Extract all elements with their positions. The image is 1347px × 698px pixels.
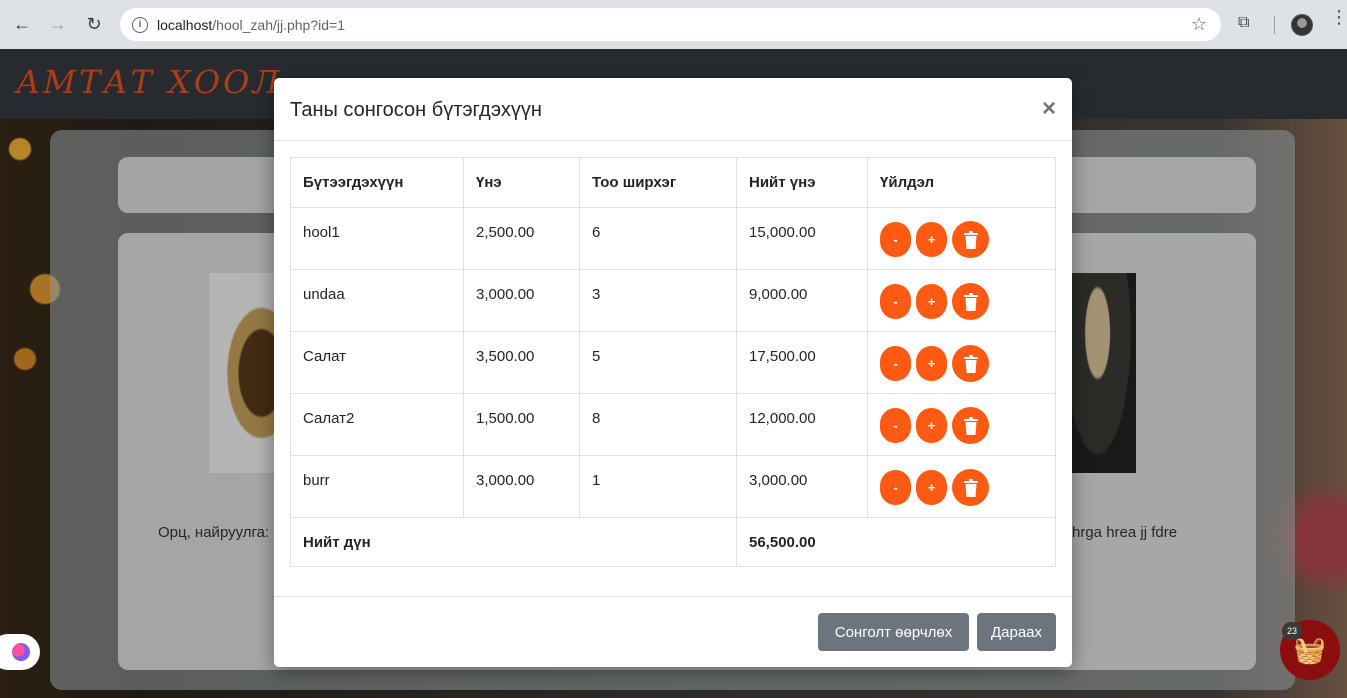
close-icon[interactable]: × [1042, 95, 1056, 123]
row-actions: - + [867, 331, 1056, 394]
assistant-widget[interactable] [0, 634, 40, 670]
product-qty: 3 [579, 269, 737, 332]
row-actions: - + [867, 269, 1056, 332]
product-price: 3,500.00 [463, 331, 580, 394]
cart-count-badge: 23 [1282, 622, 1302, 640]
table-row: hool1 2,500.00 6 15,000.00 - + [290, 207, 1056, 270]
decrease-button[interactable]: - [880, 408, 911, 443]
total-value: 56,500.00 [736, 517, 1056, 567]
increase-button[interactable]: + [916, 408, 947, 443]
column-header: Үнэ [463, 157, 580, 208]
delete-button[interactable] [952, 469, 989, 506]
modal-header: Таны сонгосон бүтэгдэхүүн × [274, 78, 1072, 141]
trash-icon [963, 478, 978, 497]
url-text: localhost/hool_zah/jj.php?id=1 [157, 16, 345, 33]
product-name: burr [290, 455, 464, 518]
increase-button[interactable]: + [916, 470, 947, 505]
delete-button[interactable] [952, 345, 989, 382]
product-price: 2,500.00 [463, 207, 580, 270]
forward-icon[interactable]: → [41, 7, 75, 41]
product-qty: 8 [579, 393, 737, 456]
delete-button[interactable] [952, 407, 989, 444]
product-total: 17,500.00 [736, 331, 868, 394]
site-info-icon[interactable]: i [132, 16, 148, 33]
column-header: Үйлдэл [867, 157, 1056, 208]
product-price: 3,000.00 [463, 455, 580, 518]
brain-icon [12, 643, 30, 661]
decrease-button[interactable]: - [880, 222, 911, 257]
column-header: Нийт үнэ [736, 157, 868, 208]
trash-icon [963, 292, 978, 311]
cart-table: Бүтээгдэхүүн Үнэ Тоо ширхэг Нийт үнэ Үйл… [290, 157, 1056, 567]
product-total: 12,000.00 [736, 393, 868, 456]
decrease-button[interactable]: - [880, 346, 911, 381]
table-row: Салат2 1,500.00 8 12,000.00 - + [290, 393, 1056, 456]
row-actions: - + [867, 207, 1056, 270]
product-price: 1,500.00 [463, 393, 580, 456]
decrease-button[interactable]: - [880, 284, 911, 319]
product-total: 3,000.00 [736, 455, 868, 518]
product-price: 3,000.00 [463, 269, 580, 332]
product-name: undaa [290, 269, 464, 332]
basket-icon: 🧺 [1293, 634, 1327, 665]
column-header: Тоо ширхэг [579, 157, 737, 208]
increase-button[interactable]: + [916, 222, 947, 257]
cart-modal: Таны сонгосон бүтэгдэхүүн × Бүтээгдэхүүн… [274, 78, 1072, 667]
trash-icon [963, 354, 978, 373]
decrease-button[interactable]: - [880, 470, 911, 505]
product-name: hool1 [290, 207, 464, 270]
table-header-row: Бүтээгдэхүүн Үнэ Тоо ширхэг Нийт үнэ Үйл… [290, 157, 1056, 208]
increase-button[interactable]: + [916, 284, 947, 319]
back-icon[interactable]: ← [5, 7, 39, 41]
product-name: Салат2 [290, 393, 464, 456]
change-selection-button[interactable]: Сонголт өөрчлөх [818, 613, 969, 651]
modal-title: Таны сонгосон бүтэгдэхүүн [290, 99, 542, 121]
row-actions: - + [867, 393, 1056, 456]
profile-avatar[interactable] [1291, 14, 1313, 36]
increase-button[interactable]: + [916, 346, 947, 381]
product-qty: 5 [579, 331, 737, 394]
toolbar-divider [1274, 16, 1275, 34]
delete-button[interactable] [952, 221, 989, 258]
modal-footer: Сонголт өөрчлөх Дараах [274, 596, 1072, 667]
delete-button[interactable] [952, 283, 989, 320]
total-row: Нийт дүн 56,500.00 [290, 517, 1056, 567]
bookmark-star-icon[interactable]: ☆ [1191, 14, 1207, 35]
row-actions: - + [867, 455, 1056, 518]
product-name: Салат [290, 331, 464, 394]
column-header: Бүтээгдэхүүн [290, 157, 464, 208]
table-row: Салат 3,500.00 5 17,500.00 - + [290, 331, 1056, 394]
browser-menu-icon[interactable]: ⋮ [1330, 8, 1347, 26]
total-label: Нийт дүн [290, 517, 737, 567]
table-row: burr 3,000.00 1 3,000.00 - + [290, 455, 1056, 518]
browser-toolbar: ← → ↻ i localhost/hool_zah/jj.php?id=1 ☆… [0, 0, 1347, 49]
trash-icon [963, 416, 978, 435]
product-qty: 6 [579, 207, 737, 270]
product-total: 9,000.00 [736, 269, 868, 332]
next-button[interactable]: Дараах [977, 613, 1056, 651]
trash-icon [963, 230, 978, 249]
table-row: undaa 3,000.00 3 9,000.00 - + [290, 269, 1056, 332]
extensions-icon[interactable]: ⧉ [1238, 14, 1258, 34]
address-bar[interactable]: i localhost/hool_zah/jj.php?id=1 ☆ [120, 8, 1221, 41]
product-total: 15,000.00 [736, 207, 868, 270]
product-qty: 1 [579, 455, 737, 518]
reload-icon[interactable]: ↻ [77, 7, 111, 41]
